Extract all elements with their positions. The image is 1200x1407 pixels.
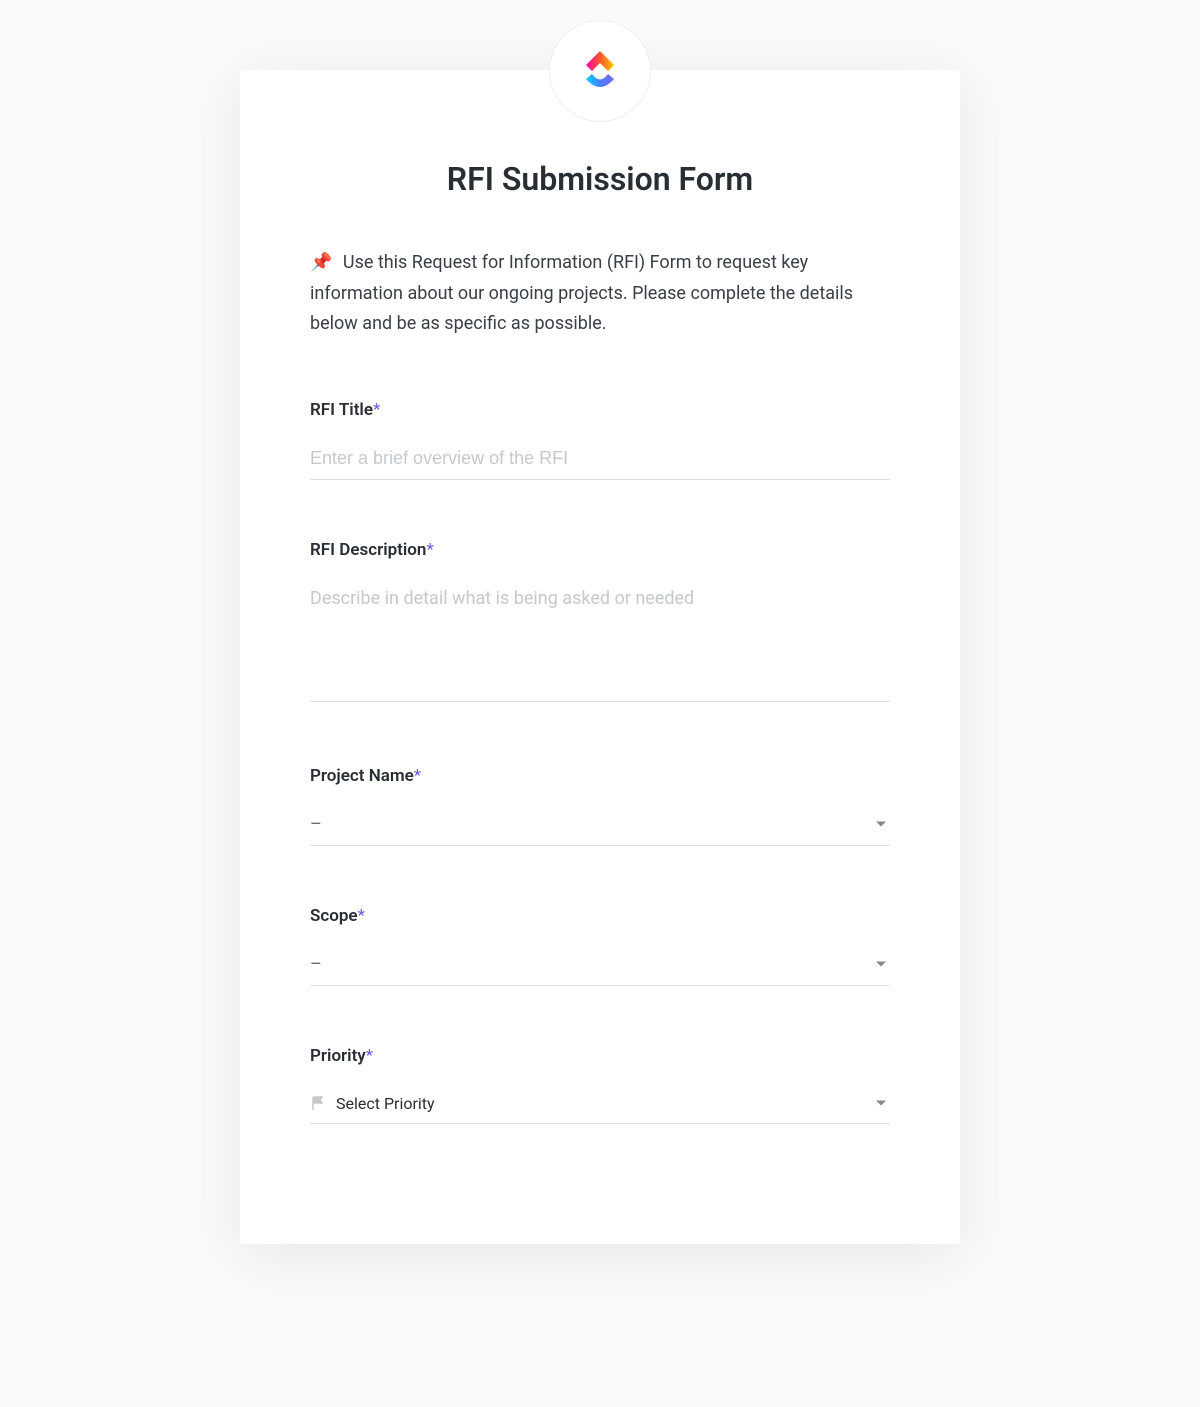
required-asterisk: * [358,906,365,926]
pushpin-icon: 📌 [310,248,332,279]
scope-label: Scope* [310,906,890,926]
project-name-value: – [310,814,322,835]
scope-select[interactable]: – [310,944,890,986]
rfi-title-label: RFI Title* [310,400,890,420]
rfi-description-label: RFI Description* [310,540,890,560]
required-asterisk: * [366,1046,373,1066]
priority-select[interactable]: Select Priority [310,1084,890,1124]
priority-placeholder: Select Priority [336,1094,435,1113]
field-rfi-title: RFI Title* [310,400,890,480]
required-asterisk: * [373,400,380,420]
flag-icon [310,1095,326,1111]
field-priority: Priority* Select Priority [310,1046,890,1124]
project-name-select[interactable]: – [310,804,890,846]
priority-label: Priority* [310,1046,890,1066]
chevron-down-icon [876,822,886,827]
field-project-name: Project Name* – [310,766,890,846]
required-asterisk: * [414,766,421,786]
project-name-label: Project Name* [310,766,890,786]
field-scope: Scope* – [310,906,890,986]
form-description-text: Use this Request for Information (RFI) F… [310,252,853,334]
field-rfi-description: RFI Description* [310,540,890,706]
form-container: RFI Submission Form 📌 Use this Request f… [240,70,960,1244]
rfi-description-input[interactable] [310,578,890,702]
clickup-logo-icon [576,47,624,95]
chevron-down-icon [876,962,886,967]
scope-value: – [310,954,322,975]
form-description: 📌 Use this Request for Information (RFI)… [310,248,890,340]
chevron-down-icon [876,1101,886,1106]
rfi-title-input[interactable] [310,438,890,480]
required-asterisk: * [426,540,433,560]
form-title: RFI Submission Form [310,160,890,198]
logo-circle [549,20,651,122]
